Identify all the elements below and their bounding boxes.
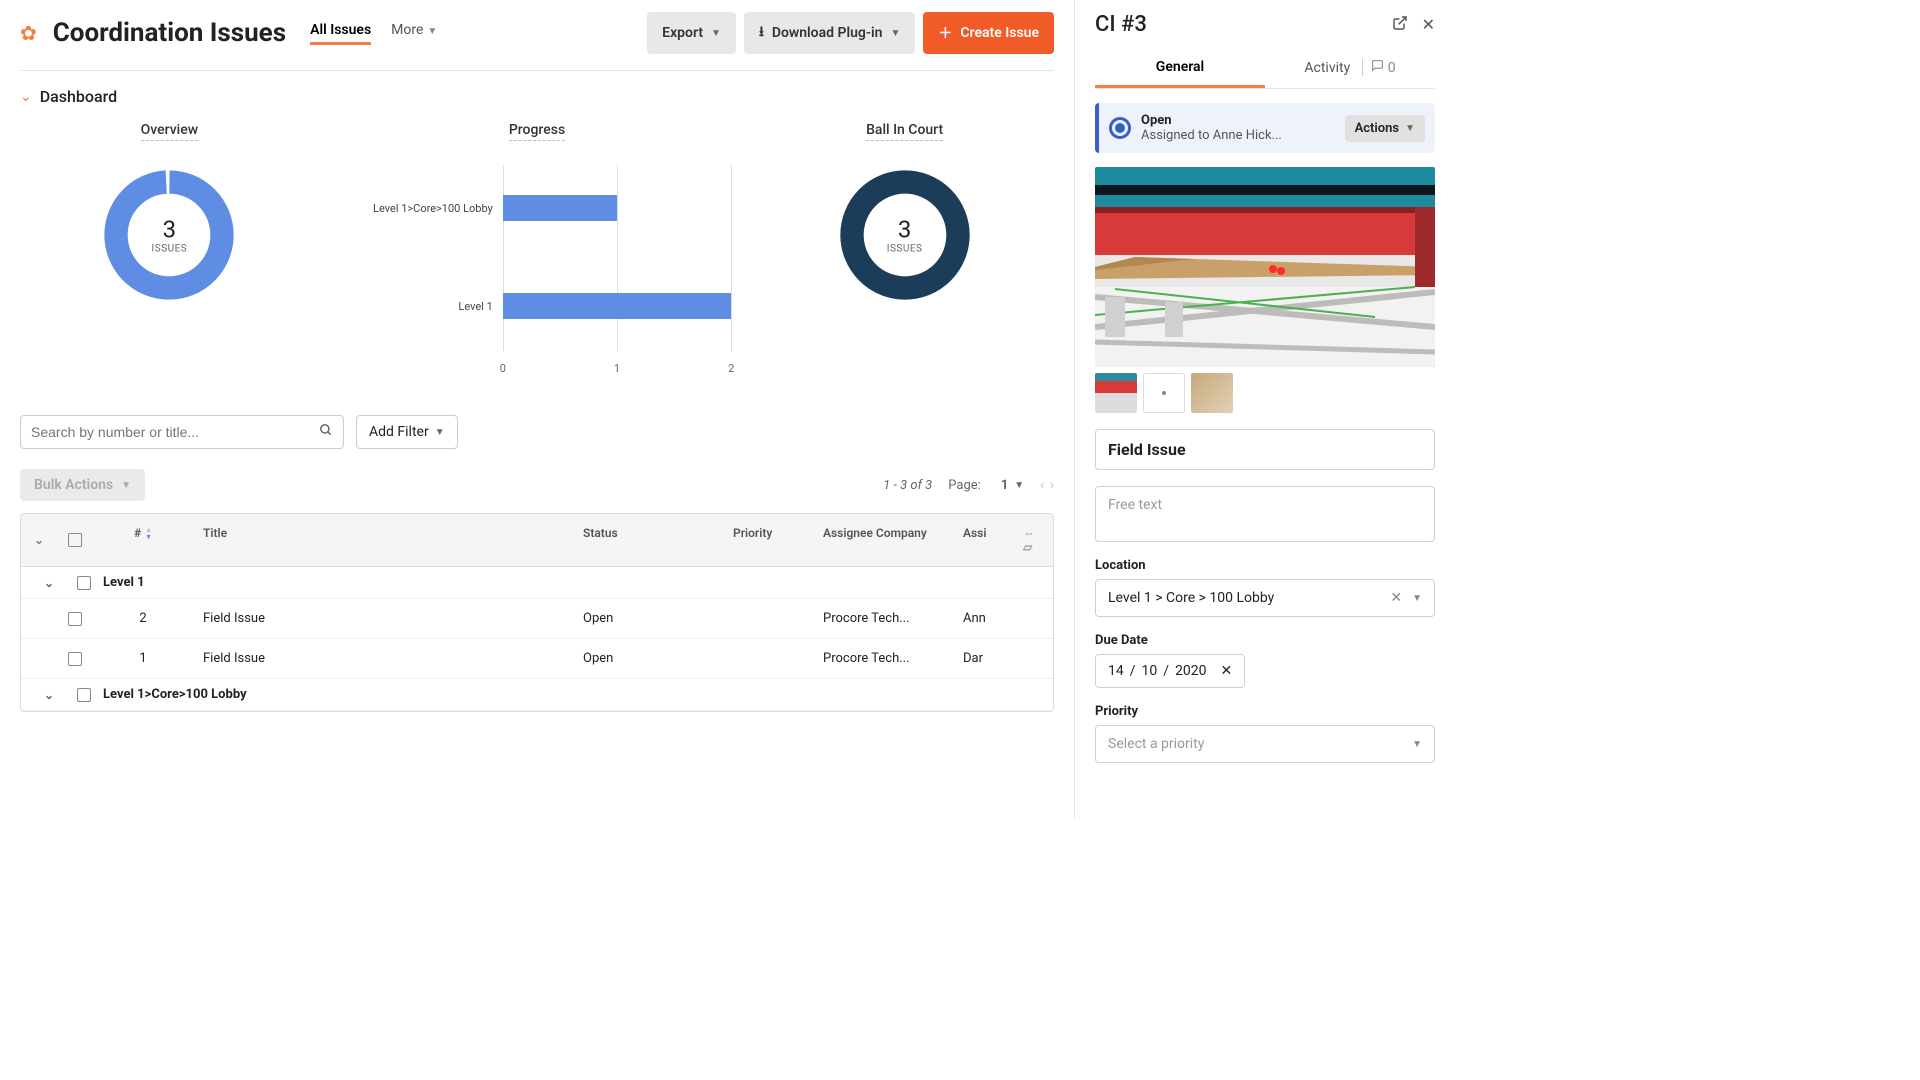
issue-title-input[interactable]: Field Issue [1095, 429, 1435, 470]
expand-all-icon[interactable]: ⌄ [34, 533, 44, 547]
row-checkbox[interactable] [68, 652, 82, 666]
add-filter-button[interactable]: Add Filter▼ [356, 415, 458, 449]
plus-icon: ＋ [938, 23, 952, 43]
chevron-down-icon: ▼ [121, 480, 131, 491]
detail-panel: CI #3 ✕ General Activity 0 Open Assigned… [1075, 0, 1455, 818]
detail-title: CI #3 [1095, 12, 1147, 37]
export-button[interactable]: Export▼ [647, 12, 736, 54]
overview-chart: Overview 3ISSUES [20, 122, 319, 375]
status-card: Open Assigned to Anne Hick... Actions▼ [1095, 103, 1435, 153]
page-number[interactable]: 1 [1001, 478, 1008, 493]
thumbnail[interactable] [1095, 373, 1137, 413]
chevron-down-icon: ▼ [435, 427, 445, 438]
issues-table: ⌄ #▲▼ Title Status Priority Assignee Com… [20, 513, 1054, 712]
search-input-wrapper[interactable] [20, 415, 344, 449]
chevron-down-icon: ▼ [1405, 123, 1415, 134]
column-resize-handle[interactable]: ⇔ ▱ [1013, 514, 1053, 566]
group-checkbox[interactable] [77, 576, 91, 590]
col-status[interactable]: Status [573, 514, 723, 566]
tab-activity[interactable]: Activity 0 [1265, 49, 1435, 88]
due-date-label: Due Date [1095, 633, 1435, 648]
chevron-down-icon: ▼ [890, 28, 900, 39]
create-issue-button[interactable]: ＋Create Issue [923, 12, 1054, 54]
status-open-icon [1109, 117, 1131, 139]
actions-button[interactable]: Actions▼ [1345, 115, 1425, 142]
search-input[interactable] [31, 424, 319, 440]
logo-icon: ✿ [20, 21, 37, 45]
search-icon [319, 423, 333, 441]
page-header: ✿ Coordination Issues All Issues More▼ E… [20, 12, 1054, 54]
priority-select[interactable]: Select a priority ▼ [1095, 725, 1435, 763]
clear-icon[interactable]: ✕ [1390, 590, 1402, 606]
result-range: 1 - 3 of 3 [883, 478, 932, 493]
group-row[interactable]: ⌄ Level 1>Core>100 Lobby [21, 679, 1053, 711]
tab-more[interactable]: More▼ [391, 22, 437, 45]
download-plugin-button[interactable]: ⭳Download Plug-in▼ [744, 12, 915, 54]
chevron-down-icon: ▼ [711, 28, 721, 39]
select-all-checkbox[interactable] [68, 533, 82, 547]
thumbnail[interactable] [1143, 373, 1185, 413]
chevron-down-icon: ▼ [427, 26, 437, 37]
table-row[interactable]: 1 Field Issue Open Procore Tech... Dar [21, 639, 1053, 679]
table-row[interactable]: 2 Field Issue Open Procore Tech... Ann [21, 599, 1053, 639]
progress-chart: Progress 0 1 2 Level 1>Core>100 Lobby Le… [343, 122, 731, 375]
ball-in-court-chart: Ball In Court 3ISSUES [755, 122, 1054, 375]
chevron-down-icon: ⌄ [21, 576, 77, 590]
chevron-down-icon: ⌄ [20, 89, 32, 105]
location-select[interactable]: Level 1 > Core > 100 Lobby ✕▼ [1095, 579, 1435, 617]
close-icon[interactable]: ✕ [1422, 15, 1435, 35]
col-title[interactable]: Title [193, 514, 573, 566]
thumbnail[interactable] [1191, 373, 1233, 413]
dashboard-toggle[interactable]: ⌄ Dashboard [20, 87, 1054, 106]
due-date-input[interactable]: 14 / 10 / 2020 ✕ [1095, 654, 1245, 688]
download-icon: ⭳ [759, 21, 764, 45]
bulk-actions-button[interactable]: Bulk Actions▼ [20, 469, 145, 501]
col-assignee-company[interactable]: Assignee Company [813, 514, 953, 566]
group-checkbox[interactable] [77, 688, 91, 702]
priority-label: Priority [1095, 704, 1435, 719]
chevron-down-icon: ▼ [1412, 739, 1422, 750]
col-number[interactable]: #▲▼ [93, 514, 193, 566]
open-external-icon[interactable] [1392, 15, 1408, 35]
group-row[interactable]: ⌄ Level 1 [21, 567, 1053, 599]
chevron-down-icon: ▼ [1014, 480, 1024, 491]
chevron-down-icon: ⌄ [21, 688, 77, 702]
location-label: Location [1095, 558, 1435, 573]
chevron-down-icon: ▼ [1412, 593, 1422, 604]
model-preview[interactable] [1095, 167, 1435, 367]
next-page-button[interactable]: › [1050, 478, 1054, 493]
tab-all-issues[interactable]: All Issues [310, 22, 371, 45]
row-checkbox[interactable] [68, 612, 82, 626]
tab-general[interactable]: General [1095, 49, 1265, 88]
clear-icon[interactable]: ✕ [1221, 663, 1233, 679]
prev-page-button[interactable]: ‹ [1040, 478, 1044, 493]
description-input[interactable]: Free text [1095, 486, 1435, 542]
page-title: Coordination Issues [53, 18, 286, 48]
comment-icon [1371, 59, 1384, 76]
col-priority[interactable]: Priority [723, 514, 813, 566]
col-assignee[interactable]: Assi [953, 514, 1013, 566]
